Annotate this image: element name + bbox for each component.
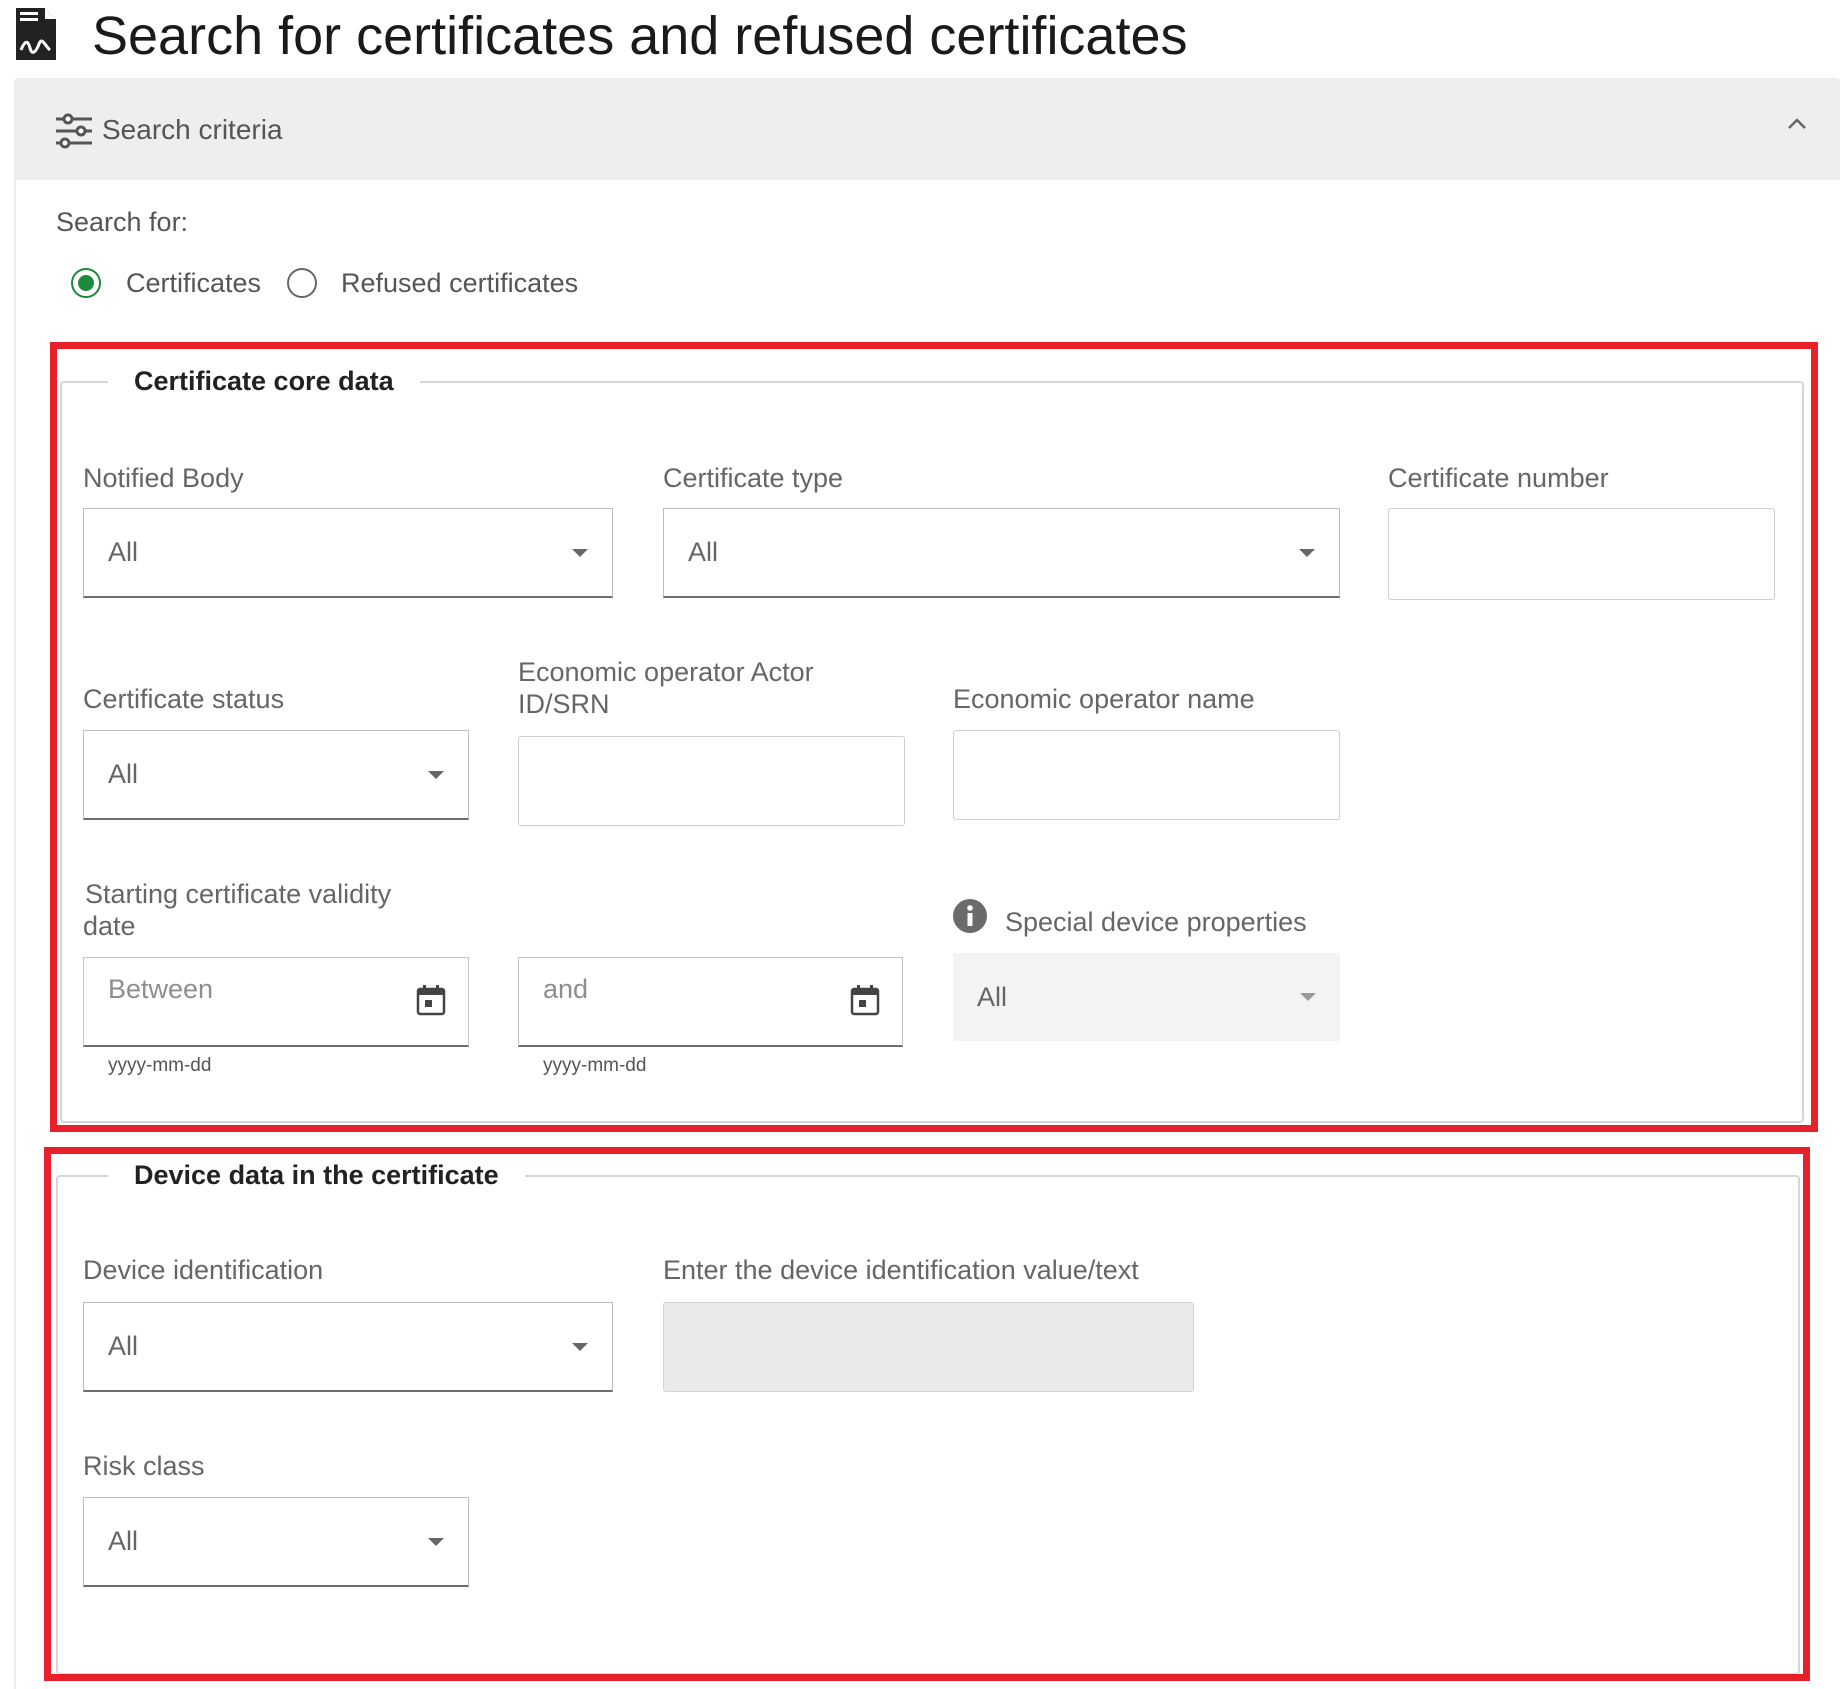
notified-body-select[interactable]: All: [83, 508, 613, 598]
search-for-label: Search for:: [56, 207, 189, 237]
certificate-status-label: Certificate status: [83, 684, 285, 714]
special-properties-select[interactable]: All: [953, 953, 1340, 1041]
calendar-icon[interactable]: [850, 984, 880, 1016]
calendar-icon[interactable]: [416, 984, 446, 1016]
special-properties-label: Special device properties: [1005, 907, 1307, 937]
device-identification-select[interactable]: All: [83, 1302, 613, 1392]
risk-class-label: Risk class: [83, 1451, 205, 1481]
device-identification-label: Device identification: [83, 1255, 324, 1285]
eo-name-input[interactable]: [953, 730, 1340, 820]
certificate-type-select[interactable]: All: [663, 508, 1340, 598]
eo-actor-id-label-line1: Economic operator Actor: [518, 657, 814, 687]
risk-class-select[interactable]: All: [83, 1497, 469, 1587]
validity-to-date-field[interactable]: and: [518, 957, 903, 1047]
page-title: Search for certificates and refused cert…: [92, 6, 1188, 66]
caret-down-icon: [1299, 548, 1315, 557]
certificate-status-value: All: [108, 759, 139, 789]
certificate-type-label: Certificate type: [663, 463, 844, 493]
validity-date-label-line2: date: [83, 911, 136, 941]
certificate-number-label: Certificate number: [1388, 463, 1609, 493]
certificate-type-value: All: [688, 537, 719, 567]
identification-value-input[interactable]: [663, 1302, 1194, 1392]
risk-class-value: All: [108, 1526, 139, 1556]
eo-actor-id-input[interactable]: [518, 736, 905, 826]
validity-from-format-hint: yyyy-mm-dd: [108, 1055, 212, 1076]
notified-body-label: Notified Body: [83, 463, 244, 493]
eo-actor-id-label-line2: ID/SRN: [518, 689, 610, 719]
caret-down-icon: [428, 770, 444, 779]
refused-certificates-radio-label[interactable]: Refused certificates: [341, 266, 578, 300]
chevron-up-icon[interactable]: [1786, 114, 1808, 134]
eo-name-label: Economic operator name: [953, 684, 1255, 714]
caret-down-icon: [572, 1342, 588, 1351]
certificate-number-input[interactable]: [1388, 508, 1775, 600]
device-data-highlight-box: [44, 1147, 1810, 1681]
info-icon[interactable]: [952, 898, 988, 934]
search-criteria-label: Search criteria: [102, 114, 283, 145]
validity-to-placeholder: and: [543, 974, 589, 1004]
search-criteria-header[interactable]: [14, 78, 1840, 180]
refused-certificates-radio[interactable]: [287, 268, 317, 298]
device-identification-value: All: [108, 1331, 139, 1361]
identification-value-label: Enter the device identification value/te…: [663, 1255, 1139, 1285]
certificates-radio-label[interactable]: Certificates: [126, 266, 261, 300]
certificates-radio[interactable]: [71, 268, 101, 298]
validity-from-date-field[interactable]: Between: [83, 957, 469, 1047]
notified-body-value: All: [108, 537, 139, 567]
validity-date-label-line1: Starting certificate validity: [85, 879, 392, 909]
validity-from-placeholder: Between: [108, 974, 214, 1004]
sliders-icon: [56, 113, 92, 149]
special-properties-value: All: [977, 981, 1008, 1012]
certificate-status-select[interactable]: All: [83, 730, 469, 820]
caret-down-icon: [1300, 993, 1316, 1001]
validity-to-format-hint: yyyy-mm-dd: [543, 1055, 647, 1076]
certificate-document-icon: [16, 8, 56, 60]
caret-down-icon: [428, 1537, 444, 1546]
caret-down-icon: [572, 548, 588, 557]
